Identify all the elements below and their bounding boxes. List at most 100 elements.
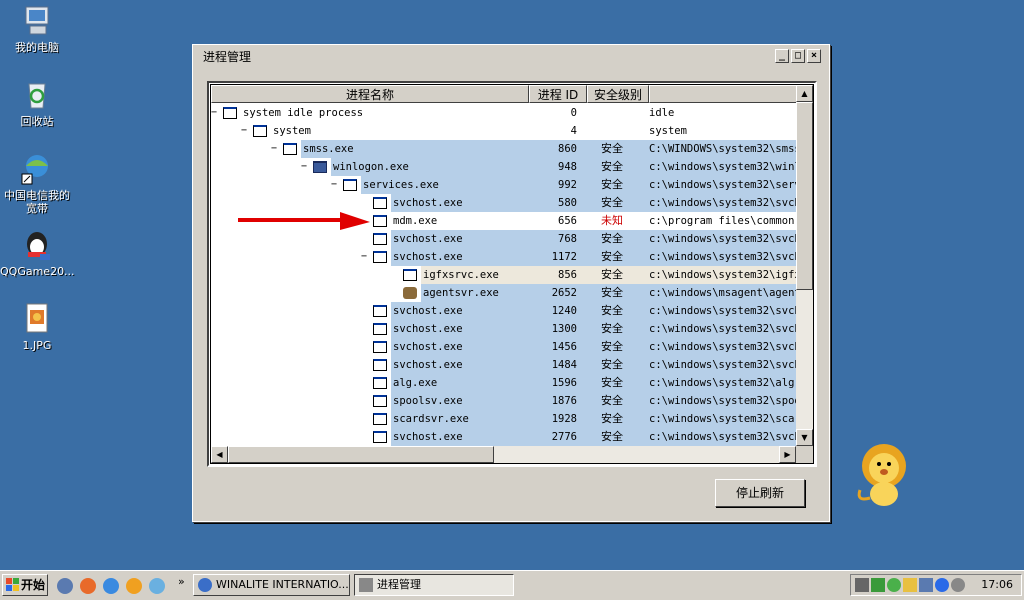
process-row[interactable]: scardsvr.exe 1928 安全 c:\windows\system32\sc… <box>211 410 796 428</box>
process-path: c:\windows\system32\svchost.exe <box>649 197 796 209</box>
horizontal-scrollbar[interactable]: ◀ ▶ <box>211 446 796 463</box>
process-row[interactable]: svchost.exe 1240 安全 c:\windows\system32\svc… <box>211 302 796 320</box>
desktop-icon-jpg[interactable]: 1.JPG <box>0 302 74 352</box>
task-label: WINALITE INTERNATIO... <box>216 578 349 591</box>
process-window-icon <box>373 305 387 317</box>
process-row[interactable]: − system idle process 0 idle <box>211 104 796 122</box>
process-row[interactable]: agentsvr.exe 2652 安全 c:\windows\msagent\age… <box>211 284 796 302</box>
horizontal-scroll-thumb[interactable] <box>228 446 494 463</box>
umbrella-icon[interactable] <box>887 578 901 592</box>
quicklaunch-more-icon[interactable]: » <box>178 575 185 588</box>
vertical-scrollbar[interactable]: ▲ ▼ <box>796 85 813 446</box>
app-icon <box>359 578 373 592</box>
tree-collapse-icon[interactable]: − <box>271 140 277 158</box>
process-row[interactable]: svchost.exe 2776 安全 c:\windows\system32\svc… <box>211 428 796 446</box>
process-path: idle <box>649 107 675 119</box>
task-button-process-manager[interactable]: 进程管理 <box>354 574 514 596</box>
security-level: 安全 <box>601 196 623 209</box>
jpg-file-icon <box>20 302 54 336</box>
internet-explorer-icon[interactable] <box>103 578 119 594</box>
process-window-icon <box>373 359 387 371</box>
folder-icon[interactable] <box>903 578 917 592</box>
process-row[interactable]: svchost.exe 1300 安全 c:\windows\system32\svc… <box>211 320 796 338</box>
scroll-down-icon[interactable]: ▼ <box>796 429 813 446</box>
process-id: 860 <box>558 143 577 155</box>
security-level: 安全 <box>601 286 623 299</box>
tree-collapse-icon[interactable]: − <box>331 176 337 194</box>
network-icon[interactable] <box>871 578 885 592</box>
column-security[interactable]: 安全级别 <box>587 85 649 103</box>
task-button-winalite[interactable]: WINALITE INTERNATIO... <box>193 574 350 596</box>
process-row[interactable]: alg.exe 1596 安全 c:\windows\system32\alg.exe <box>211 374 796 392</box>
process-name: svchost.exe <box>393 251 463 263</box>
column-pid[interactable]: 进程 ID <box>529 85 587 103</box>
taskbar: 开始 » WINALITE INTERNATIO... 进程管理 17:06 <box>0 570 1024 600</box>
process-name: svchost.exe <box>393 323 463 335</box>
maximize-button[interactable]: □ <box>791 49 805 63</box>
process-path: c:\program files\common files <box>649 215 796 227</box>
security-level: 安全 <box>601 304 623 317</box>
start-button[interactable]: 开始 <box>2 574 48 596</box>
music-player-icon[interactable] <box>126 578 142 594</box>
process-row[interactable]: − winlogon.exe 948 安全 c:\windows\system32\wi… <box>211 158 796 176</box>
process-name: svchost.exe <box>393 305 463 317</box>
process-id: 0 <box>570 107 577 119</box>
settings-icon[interactable] <box>951 578 965 592</box>
lion-mascot-icon <box>857 444 906 506</box>
browser-icon <box>198 578 212 592</box>
process-row[interactable]: − smss.exe 860 安全 C:\WINDOWS\system32\smss.e… <box>211 140 796 158</box>
process-row[interactable]: spoolsv.exe 1876 安全 c:\windows\system32\spo… <box>211 392 796 410</box>
qqgame-icon <box>20 228 54 262</box>
security-level: 安全 <box>601 160 623 173</box>
volume-icon[interactable] <box>919 578 933 592</box>
scroll-up-icon[interactable]: ▲ <box>796 85 813 102</box>
media-player-icon[interactable] <box>80 578 96 594</box>
process-window-icon <box>373 377 387 389</box>
clock[interactable]: 17:06 <box>981 575 1013 595</box>
security-shield-icon[interactable] <box>149 578 165 594</box>
process-path: C:\WINDOWS\system32\smss.exe <box>649 143 796 155</box>
process-row[interactable]: igfxsrvc.exe 856 安全 c:\windows\system32\igf… <box>211 266 796 284</box>
process-id: 1484 <box>551 359 577 371</box>
process-name: winlogon.exe <box>333 161 409 173</box>
desktop-icon-recycle-bin[interactable]: 回收站 <box>0 78 74 128</box>
desktop-icon-qqgame[interactable]: QQGame20... <box>0 228 75 278</box>
tree-collapse-icon[interactable]: − <box>301 158 307 176</box>
column-path[interactable] <box>649 85 809 103</box>
agent-icon <box>403 287 417 299</box>
title-bar[interactable]: 进程管理 _ □ × <box>195 47 827 67</box>
desktop-icon-my-computer[interactable]: 我的电脑 <box>0 4 74 54</box>
tree-collapse-icon[interactable]: − <box>211 104 217 122</box>
close-button[interactable]: × <box>807 49 821 63</box>
process-row[interactable]: − system 4 system <box>211 122 796 140</box>
keyboard-icon[interactable] <box>855 578 869 592</box>
tree-collapse-icon[interactable]: − <box>241 122 247 140</box>
desktop-icon-label: QQGame20... <box>0 265 75 278</box>
process-name: svchost.exe <box>393 341 463 353</box>
column-process-name[interactable]: 进程名称 <box>211 85 529 103</box>
process-row[interactable]: svchost.exe 1484 安全 c:\windows\system32\svc… <box>211 356 796 374</box>
process-row[interactable]: svchost.exe 768 安全 c:\windows\system32\svch… <box>211 230 796 248</box>
stop-refresh-button[interactable]: 停止刷新 <box>715 479 805 507</box>
security-level: 安全 <box>601 232 623 245</box>
process-name: igfxsrvc.exe <box>423 269 499 281</box>
minimize-button[interactable]: _ <box>775 49 789 63</box>
process-name: smss.exe <box>303 143 354 155</box>
process-row[interactable]: − svchost.exe 1172 安全 c:\windows\system32\sv… <box>211 248 796 266</box>
process-row[interactable]: − services.exe 992 安全 c:\windows\system32\se… <box>211 176 796 194</box>
process-window-icon <box>373 413 387 425</box>
process-id: 992 <box>558 179 577 191</box>
process-row[interactable]: svchost.exe 1456 安全 c:\windows\system32\svc… <box>211 338 796 356</box>
desktop-icon-label: 1.JPG <box>22 339 52 352</box>
process-path: c:\windows\system32\svchost.exe <box>649 341 796 353</box>
scroll-right-icon[interactable]: ▶ <box>779 446 796 463</box>
desktop-icon-broadband[interactable]: 中国电信我的宽带 <box>0 152 74 215</box>
process-name: svchost.exe <box>393 359 463 371</box>
show-desktop-icon[interactable] <box>57 578 73 594</box>
scroll-left-icon[interactable]: ◀ <box>211 446 228 463</box>
tree-collapse-icon[interactable]: − <box>361 248 367 266</box>
process-name: svchost.exe <box>393 233 463 245</box>
vertical-scroll-thumb[interactable] <box>796 102 813 290</box>
globe-icon[interactable] <box>935 578 949 592</box>
process-list[interactable]: 进程名称 进程 ID 安全级别 − system idle process 0 idl… <box>207 81 817 467</box>
